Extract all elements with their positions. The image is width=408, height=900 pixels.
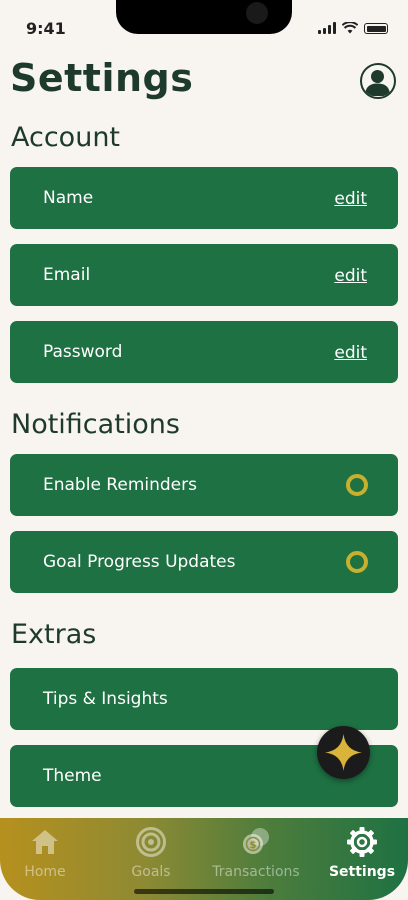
setting-row-goal-progress-updates[interactable]: Goal Progress Updates bbox=[10, 531, 398, 593]
page-title: Settings bbox=[10, 56, 194, 100]
wifi-icon bbox=[342, 22, 358, 34]
goal-progress-toggle[interactable] bbox=[346, 551, 368, 573]
enable-reminders-toggle[interactable] bbox=[346, 474, 368, 496]
section-title-account: Account bbox=[11, 122, 121, 153]
setting-row-enable-reminders[interactable]: Enable Reminders bbox=[10, 454, 398, 516]
tab-settings[interactable]: Settings bbox=[312, 826, 408, 880]
section-title-extras: Extras bbox=[11, 619, 97, 650]
sparkle-icon bbox=[325, 734, 362, 771]
bottom-tab-bar: Home Goals $ Transactions Settings bbox=[0, 818, 408, 900]
status-bar: 9:41 bbox=[0, 0, 408, 50]
setting-label: Goal Progress Updates bbox=[43, 552, 236, 572]
notch bbox=[116, 0, 292, 34]
setting-label: Theme bbox=[43, 766, 102, 786]
home-icon bbox=[32, 830, 58, 854]
edit-name-link[interactable]: edit bbox=[334, 167, 367, 231]
target-icon bbox=[136, 827, 166, 857]
coins-icon: $ bbox=[243, 828, 269, 854]
battery-icon bbox=[364, 23, 388, 34]
edit-email-link[interactable]: edit bbox=[334, 244, 367, 308]
user-icon bbox=[365, 70, 390, 96]
tab-label-home: Home bbox=[24, 864, 66, 880]
edit-password-link[interactable]: edit bbox=[334, 321, 367, 385]
tab-goals[interactable]: Goals bbox=[101, 826, 201, 880]
tab-label-transactions: Transactions bbox=[212, 864, 300, 880]
gear-icon bbox=[347, 827, 377, 857]
section-title-notifications: Notifications bbox=[11, 409, 180, 440]
setting-row-password[interactable]: Password edit bbox=[10, 321, 398, 383]
tab-label-settings: Settings bbox=[328, 864, 396, 880]
profile-button[interactable] bbox=[360, 63, 396, 99]
floating-action-button[interactable] bbox=[317, 726, 370, 779]
status-time: 9:41 bbox=[26, 19, 66, 38]
tab-transactions[interactable]: $ Transactions bbox=[206, 826, 306, 880]
setting-label: Enable Reminders bbox=[43, 475, 197, 495]
setting-row-email[interactable]: Email edit bbox=[10, 244, 398, 306]
tab-home[interactable]: Home bbox=[0, 826, 95, 880]
setting-row-name[interactable]: Name edit bbox=[10, 167, 398, 229]
svg-text:$: $ bbox=[250, 840, 257, 851]
setting-label: Password bbox=[43, 342, 123, 362]
camera-icon bbox=[246, 2, 268, 24]
phone-screen: 9:41 Settings Account Name edit Email ed… bbox=[0, 0, 408, 900]
setting-label: Tips & Insights bbox=[43, 689, 168, 709]
setting-row-tips-insights[interactable]: Tips & Insights bbox=[10, 668, 398, 730]
setting-label: Email bbox=[43, 265, 91, 285]
status-icons bbox=[318, 20, 388, 34]
home-indicator bbox=[134, 889, 274, 894]
tab-label-goals: Goals bbox=[131, 864, 171, 880]
cellular-signal-icon bbox=[318, 22, 336, 34]
setting-label: Name bbox=[43, 188, 94, 208]
